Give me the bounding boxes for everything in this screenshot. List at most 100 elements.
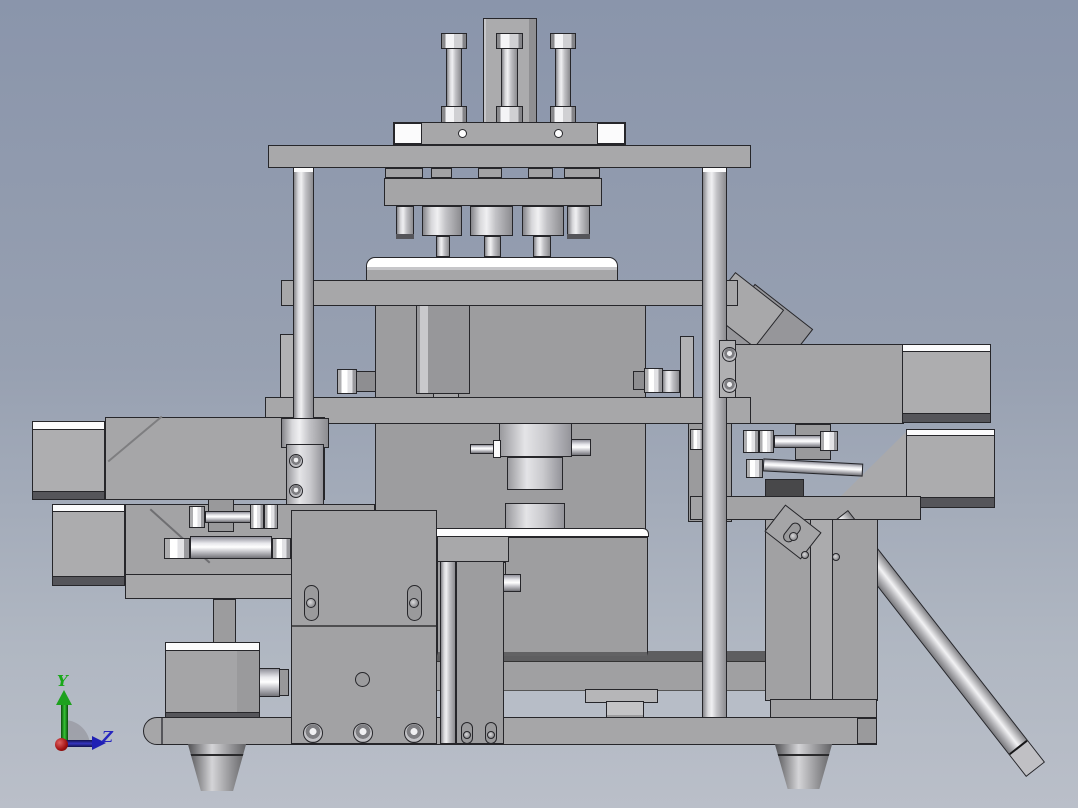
- mid-crossbeam[interactable]: [281, 280, 738, 306]
- socket-screw-icon: [722, 378, 737, 393]
- tie-rod-left-upper: [205, 511, 252, 523]
- base-plate[interactable]: [143, 717, 877, 745]
- y-axis-label: Y: [57, 672, 68, 690]
- hex-nut-icon: [820, 431, 838, 451]
- hex-nut-icon: [264, 504, 278, 529]
- side-bolt-right-bushing: [662, 370, 680, 393]
- punch-pin-ring: [567, 234, 590, 239]
- spacer-block: [478, 168, 502, 178]
- center-piston-pin-right: [571, 439, 591, 456]
- tie-rod-right-lower: [762, 458, 864, 477]
- punch-stem-3: [533, 236, 551, 257]
- guide-column-right[interactable]: [702, 167, 727, 720]
- socket-screw-icon: [289, 484, 303, 498]
- right-upper-end-cap[interactable]: [902, 351, 991, 414]
- left-support-post: [213, 599, 236, 644]
- left-lower-end-cap[interactable]: [52, 511, 125, 578]
- guide-plate-divider: [292, 625, 436, 627]
- column-top-highlight: [294, 168, 313, 172]
- right-upper-cap-shadow: [902, 413, 991, 423]
- origin-sphere-icon: [55, 738, 68, 751]
- left-upper-end-cap[interactable]: [32, 429, 105, 492]
- socket-screw-icon: [303, 723, 323, 743]
- top-rod-middle[interactable]: [501, 48, 518, 107]
- spacer-block: [431, 168, 452, 178]
- cad-viewport[interactable]: Y Z: [0, 0, 1078, 808]
- hex-nut-icon: [746, 459, 763, 478]
- foot-right: [774, 744, 833, 789]
- punch-pin-left[interactable]: [396, 206, 414, 237]
- clamp-plate-cutout-left: [394, 123, 422, 144]
- dark-spacer-block: [765, 479, 804, 497]
- right-bracket-inner-bar: [810, 519, 833, 701]
- socket-screw-icon: [404, 723, 424, 743]
- side-bolt-left-shaft: [356, 371, 376, 392]
- orientation-triad[interactable]: Y Z: [40, 670, 130, 780]
- hex-nut-icon: [441, 33, 467, 49]
- z-axis-label: Z: [102, 728, 113, 746]
- motor-shaft-block: [279, 669, 289, 696]
- slot-pin: [306, 598, 316, 608]
- spacer-block: [564, 168, 600, 178]
- center-piston-disc: [505, 503, 565, 530]
- tie-rod-left-lower[interactable]: [190, 536, 272, 559]
- slot-pin: [487, 731, 495, 739]
- z-axis-arrow: [66, 740, 93, 747]
- tie-rod-right-upper: [774, 435, 822, 448]
- front-guide-plate[interactable]: [291, 510, 437, 744]
- center-piston-mid: [507, 457, 563, 490]
- left-upper-cap-shadow: [32, 491, 105, 500]
- center-piston-body[interactable]: [499, 420, 572, 457]
- bracket-hole: [832, 553, 840, 561]
- motor-shaft: [259, 668, 280, 697]
- motor-block[interactable]: [165, 650, 260, 714]
- support-column[interactable]: [456, 561, 504, 744]
- bracket-hole: [789, 532, 798, 541]
- side-bolt-left-head[interactable]: [337, 369, 357, 394]
- slot-pin: [463, 731, 471, 739]
- socket-screw-icon: [289, 454, 303, 468]
- right-lower-end-cap[interactable]: [906, 435, 995, 498]
- guide-plate-hole: [355, 672, 370, 687]
- slot-pin: [409, 598, 419, 608]
- hex-nut-icon: [496, 106, 523, 123]
- base-plate-right-cap: [857, 718, 877, 744]
- hex-nut-icon: [250, 504, 264, 529]
- support-column-bracket: [437, 536, 509, 562]
- y-axis-arrowhead-icon: [56, 690, 72, 705]
- base-plate-left-cap-line: [161, 718, 163, 744]
- hex-nut-icon: [759, 430, 774, 453]
- punch-pin-ring: [396, 234, 414, 239]
- side-bolt-right-head[interactable]: [644, 368, 663, 393]
- punch-cylinder-1[interactable]: [422, 206, 462, 236]
- lower-crossbeam[interactable]: [265, 397, 751, 424]
- upper-crossbeam[interactable]: [268, 145, 751, 168]
- top-rod-right[interactable]: [555, 48, 571, 107]
- hex-nut-icon: [189, 506, 205, 528]
- top-rod-left[interactable]: [446, 48, 462, 108]
- spacer-block: [385, 168, 423, 178]
- punch-holder-plate[interactable]: [384, 178, 602, 206]
- center-piston-washer: [493, 440, 501, 458]
- hex-nut-icon: [496, 33, 523, 49]
- bracket-hole: [801, 551, 809, 559]
- support-column-pin: [503, 574, 521, 592]
- hex-nut-icon: [441, 106, 467, 123]
- die-body-slot-inner: [420, 301, 428, 393]
- column-top-highlight: [703, 168, 726, 172]
- spacer-block: [528, 168, 553, 178]
- handle-rod-end-cap: [1009, 739, 1044, 776]
- punch-cylinder-2[interactable]: [470, 206, 513, 236]
- punch-cylinder-3[interactable]: [522, 206, 564, 236]
- clamp-plate-cutout-right: [597, 123, 625, 144]
- clamp-plate-hole: [458, 129, 467, 138]
- socket-screw-icon: [353, 723, 373, 743]
- hex-nut-icon: [743, 430, 759, 453]
- hex-nut-icon: [550, 33, 576, 49]
- left-lower-cap-shadow: [52, 576, 125, 586]
- socket-screw-icon: [722, 347, 737, 362]
- hex-nut-icon: [550, 106, 576, 123]
- punch-pin-right[interactable]: [567, 206, 590, 237]
- support-column-rod: [440, 561, 456, 744]
- top-clamp-plate[interactable]: [393, 122, 626, 145]
